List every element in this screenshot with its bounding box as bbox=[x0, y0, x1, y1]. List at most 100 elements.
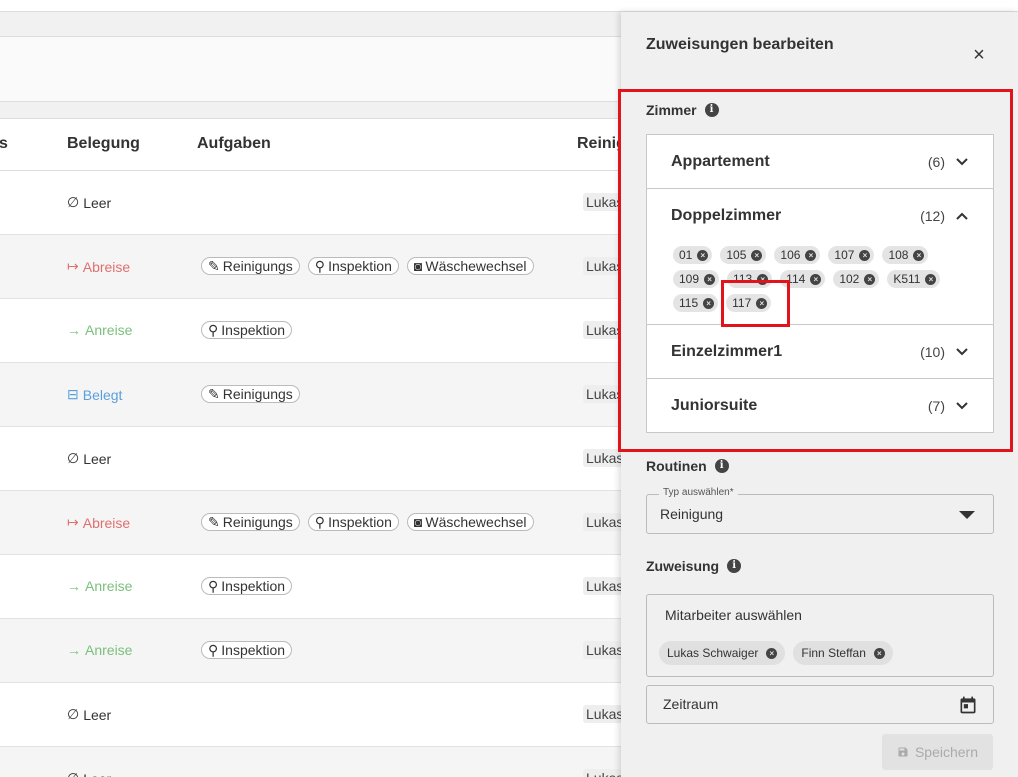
task-chip[interactable]: ✎ Reinigungs bbox=[201, 385, 300, 403]
employee-select-placeholder: Mitarbeiter auswählen bbox=[663, 607, 804, 623]
info-icon[interactable]: i bbox=[727, 559, 742, 573]
info-icon[interactable]: i bbox=[704, 103, 719, 117]
calendar-icon[interactable] bbox=[958, 695, 978, 715]
abreise-icon: ↦ bbox=[67, 514, 79, 530]
remove-chip-icon[interactable]: × bbox=[751, 249, 763, 261]
task-chip[interactable]: ✎ Reinigungs bbox=[201, 257, 300, 275]
room-chip-label: 105 bbox=[726, 248, 747, 262]
room-category-count: (10) bbox=[920, 343, 945, 360]
task-icon: ⚲ bbox=[314, 258, 326, 274]
room-chip: 115 × bbox=[673, 294, 719, 312]
task-chip[interactable]: ⚲ Inspektion bbox=[201, 321, 293, 339]
room-category-accordion: Appartement (6) Doppelzimmer (12) 01 × 105 × 106… bbox=[646, 134, 994, 433]
cleaner-chip: Lukas bbox=[583, 641, 627, 659]
save-button-label: Speichern bbox=[914, 744, 979, 760]
room-chip-label: 107 bbox=[834, 248, 855, 262]
room-category-appartement: Appartement (6) bbox=[647, 135, 993, 189]
remove-chip-icon[interactable]: × bbox=[704, 273, 716, 285]
remove-chip-icon[interactable]: × bbox=[873, 647, 885, 659]
occupancy-status: → Anreise bbox=[67, 322, 132, 338]
remove-chip-icon[interactable]: × bbox=[703, 297, 715, 309]
routines-label-text: Routinen bbox=[646, 458, 707, 474]
task-chip[interactable]: ⚲ Inspektion bbox=[307, 513, 399, 531]
close-button[interactable]: × bbox=[970, 45, 988, 65]
caret-down-icon[interactable] bbox=[959, 511, 975, 519]
remove-chip-icon[interactable]: × bbox=[859, 249, 871, 261]
rooms-label-text: Zimmer bbox=[646, 102, 697, 118]
info-icon[interactable]: i bbox=[714, 459, 729, 473]
date-range-input[interactable]: Zeitraum bbox=[646, 685, 994, 724]
occupancy-label: Abreise bbox=[82, 258, 131, 275]
header-tasks[interactable]: Aufgaben bbox=[197, 135, 271, 153]
remove-chip-icon[interactable]: × bbox=[697, 249, 709, 261]
occupancy-status: ⊟ Belegt bbox=[67, 386, 122, 403]
room-chip-label: 115 bbox=[679, 296, 699, 310]
leer-icon: ∅ bbox=[67, 770, 79, 777]
cleaner-chip: Lukas bbox=[583, 705, 627, 723]
task-icon: ⚲ bbox=[208, 578, 219, 594]
task-chip[interactable]: ⚲ Inspektion bbox=[201, 577, 293, 595]
chevron-down-icon[interactable] bbox=[955, 345, 969, 359]
cleaner-chip: Lukas bbox=[583, 577, 627, 595]
task-chip[interactable]: ⚲ Inspektion bbox=[201, 641, 293, 659]
occupancy-label: Belegt bbox=[82, 386, 123, 403]
task-icon: ✎ bbox=[208, 514, 220, 530]
type-select-legend: Typ auswählen* bbox=[659, 487, 738, 498]
occupancy-label: Abreise bbox=[82, 514, 131, 531]
task-chip[interactable]: ◙ Wäschewechsel bbox=[406, 257, 534, 275]
type-select-value: Reinigung bbox=[660, 506, 724, 522]
room-chip-label: 102 bbox=[839, 272, 860, 286]
drawer-title: Zuweisungen bearbeiten bbox=[646, 36, 834, 53]
task-list: ✎ Reinigungs ⚲ Inspektion ◙ Wäschewechsel bbox=[201, 257, 534, 275]
remove-chip-icon[interactable]: × bbox=[810, 273, 822, 285]
task-label: Inspektion bbox=[221, 578, 286, 594]
occupancy-status: → Anreise bbox=[67, 642, 132, 658]
room-chip-label: 01 bbox=[679, 248, 693, 262]
top-bar bbox=[0, 0, 1018, 12]
save-button[interactable]: Speichern bbox=[882, 734, 993, 770]
task-chip[interactable]: ◙ Wäschewechsel bbox=[406, 513, 534, 531]
room-chip-label: 108 bbox=[888, 248, 909, 262]
task-icon: ⚲ bbox=[314, 514, 326, 530]
room-category-header[interactable]: Juniorsuite (7) bbox=[647, 379, 993, 432]
room-chip: 105 × bbox=[720, 246, 767, 264]
date-range-placeholder: Zeitraum bbox=[663, 696, 719, 712]
chevron-down-icon[interactable] bbox=[955, 399, 969, 413]
remove-chip-icon[interactable]: × bbox=[864, 273, 876, 285]
task-chip[interactable]: ✎ Reinigungs bbox=[201, 513, 300, 531]
task-label: Reinigungs bbox=[222, 514, 293, 530]
room-category-einzelzimmer1: Einzelzimmer1 (10) bbox=[647, 325, 993, 379]
belegt-icon: ⊟ bbox=[67, 386, 79, 402]
task-chip[interactable]: ⚲ Inspektion bbox=[307, 257, 399, 275]
remove-chip-icon[interactable]: × bbox=[805, 249, 817, 261]
remove-chip-icon[interactable]: × bbox=[913, 249, 925, 261]
remove-chip-icon[interactable]: × bbox=[925, 273, 937, 285]
occupancy-status: ↦ Abreise bbox=[67, 514, 130, 531]
room-chip-label: 106 bbox=[780, 248, 801, 262]
occupancy-status: ∅Leer bbox=[67, 450, 111, 467]
header-occupancy[interactable]: Belegung bbox=[67, 135, 140, 153]
room-category-header[interactable]: Doppelzimmer (12) bbox=[647, 189, 993, 242]
chevron-down-icon[interactable] bbox=[955, 155, 969, 169]
room-chip: 109 × bbox=[673, 270, 720, 288]
room-chip: 01 × bbox=[673, 246, 713, 264]
occupancy-status: ↦ Abreise bbox=[67, 258, 130, 275]
room-category-header[interactable]: Einzelzimmer1 (10) bbox=[647, 325, 993, 378]
employee-select[interactable]: Mitarbeiter auswählen Lukas Schwaiger × Fi… bbox=[646, 594, 994, 677]
employee-chip: Lukas Schwaiger × bbox=[659, 641, 786, 665]
room-chip-highlight-frame bbox=[721, 280, 790, 327]
room-chip-label: 109 bbox=[679, 272, 700, 286]
remove-chip-icon[interactable]: × bbox=[766, 647, 778, 659]
task-icon: ◙ bbox=[413, 258, 423, 274]
occupancy-label: Leer bbox=[83, 194, 112, 211]
type-select[interactable]: Typ auswählen* Reinigung bbox=[646, 487, 994, 534]
task-label: Inspektion bbox=[221, 322, 286, 338]
occupancy-label: Leer bbox=[83, 450, 112, 467]
cleaner-chip: Lukas bbox=[583, 513, 627, 531]
occupancy-status: ∅Leer bbox=[67, 706, 111, 723]
room-chip-list: 01 × 105 × 106 × 107 × 108 × 109 × 113 × 114 × 102 × K511 ×… bbox=[673, 246, 973, 312]
chevron-up-icon[interactable] bbox=[955, 209, 969, 223]
room-category-header[interactable]: Appartement (6) bbox=[647, 135, 993, 188]
room-category-title: Juniorsuite bbox=[671, 396, 758, 414]
header-status[interactable]: s bbox=[0, 135, 8, 153]
